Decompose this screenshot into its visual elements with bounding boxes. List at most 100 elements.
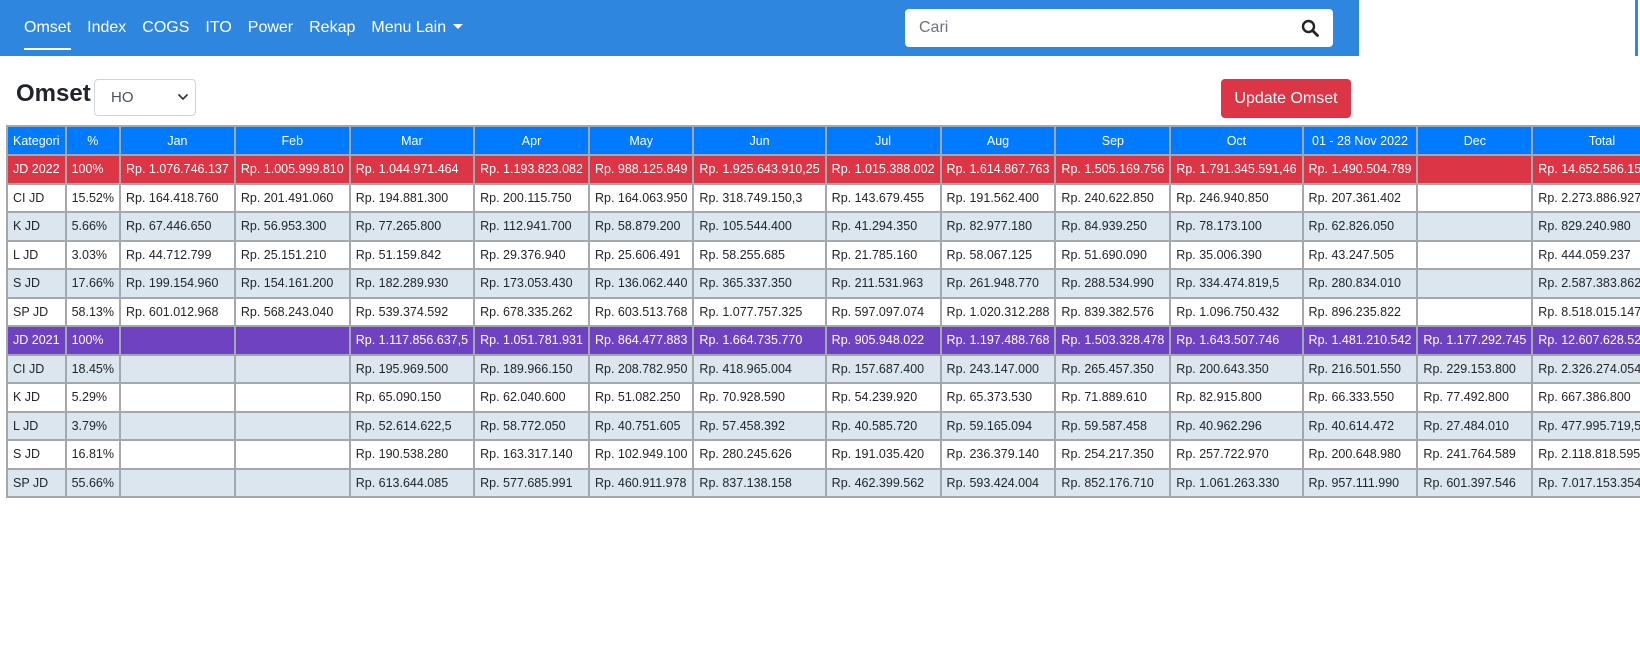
nav-item-omset[interactable]: Omset bbox=[16, 0, 79, 56]
amount-cell: Rp. 35.006.390 bbox=[1169, 239, 1304, 270]
category-cell: CI JD bbox=[6, 182, 67, 213]
percent-cell: 3.79% bbox=[64, 410, 121, 441]
amount-cell: Rp. 280.834.010 bbox=[1301, 268, 1419, 299]
percent-cell: 15.52% bbox=[64, 182, 121, 213]
amount-cell: Rp. 603.513.768 bbox=[587, 296, 695, 327]
nav-item-rekap[interactable]: Rekap bbox=[301, 0, 363, 56]
table-header-row: Kategori% Jan Feb Mar Apr May Jun Jul Aug Sep Oct 0… bbox=[6, 125, 1640, 156]
amount-cell: Rp. 601.012.968 bbox=[118, 296, 236, 327]
nav-item-index[interactable]: Index bbox=[79, 0, 134, 56]
amount-cell: Rp. 62.826.050 bbox=[1301, 211, 1419, 242]
amount-cell: Rp. 1.193.823.082 bbox=[473, 154, 590, 185]
category-cell: K JD bbox=[6, 211, 67, 242]
nav-dropdown-menu-lain[interactable]: Menu Lain bbox=[363, 0, 471, 56]
amount-cell: Rp. 173.053.430 bbox=[473, 268, 590, 299]
amount-cell: Rp. 577.685.991 bbox=[473, 467, 590, 498]
amount-cell: Rp. 164.418.760 bbox=[118, 182, 236, 213]
table-row: K JD 5.29% Rp. 65.090.150 Rp. 62.040.600 Rp.… bbox=[6, 382, 1640, 413]
amount-cell: Rp. 190.538.280 bbox=[348, 439, 476, 470]
amount-cell: Rp. 1.177.292.745 bbox=[1416, 325, 1534, 356]
table-row: L JD 3.79% Rp. 52.614.622,5 Rp. 58.772.050 R… bbox=[6, 410, 1640, 441]
amount-cell: Rp. 58.879.200 bbox=[587, 211, 695, 242]
amount-cell: Rp. 191.562.400 bbox=[939, 182, 1057, 213]
amount-cell: Rp. 241.764.589 bbox=[1416, 439, 1534, 470]
amount-cell: Rp. 2.326.274.054 bbox=[1531, 353, 1640, 384]
nav-item-ito[interactable]: ITO bbox=[197, 0, 239, 56]
amount-cell bbox=[118, 353, 236, 384]
percent-cell: 100% bbox=[64, 325, 121, 356]
top-navbar: Omset Index COGS ITO Power Rekap Menu La… bbox=[0, 0, 1359, 56]
branch-select-value: HO bbox=[111, 89, 134, 106]
category-cell: S JD bbox=[6, 439, 67, 470]
amount-cell: Rp. 1.015.388.002 bbox=[824, 154, 942, 185]
amount-cell: Rp. 229.153.800 bbox=[1416, 353, 1534, 384]
amount-cell bbox=[118, 410, 236, 441]
amount-cell: Rp. 597.097.074 bbox=[824, 296, 942, 327]
page-title: Omset bbox=[16, 80, 91, 107]
amount-cell: Rp. 2.587.383.862,5 bbox=[1531, 268, 1640, 299]
column-header: May bbox=[587, 125, 695, 156]
branch-select[interactable]: HO bbox=[94, 79, 196, 116]
amount-cell: Rp. 191.035.420 bbox=[824, 439, 942, 470]
search-icon[interactable] bbox=[1301, 19, 1319, 37]
search-input[interactable] bbox=[917, 12, 1291, 44]
amount-cell: Rp. 1.076.746.137 bbox=[118, 154, 236, 185]
amount-cell: Rp. 56.953.300 bbox=[233, 211, 351, 242]
amount-cell: Rp. 1.005.999.810 bbox=[233, 154, 351, 185]
amount-cell bbox=[1416, 211, 1534, 242]
amount-cell: Rp. 62.040.600 bbox=[473, 382, 590, 413]
table-row: S JD 17.66% Rp. 199.154.960 Rp. 154.161.200… bbox=[6, 268, 1640, 299]
amount-cell: Rp. 41.294.350 bbox=[824, 211, 942, 242]
amount-cell: Rp. 905.948.022 bbox=[824, 325, 942, 356]
amount-cell bbox=[1416, 154, 1534, 185]
amount-cell: Rp. 593.424.004 bbox=[939, 467, 1057, 498]
update-omset-button[interactable]: Update Omset bbox=[1221, 79, 1351, 118]
amount-cell: Rp. 839.382.576 bbox=[1054, 296, 1172, 327]
amount-cell: Rp. 1.791.345.591,46 bbox=[1169, 154, 1304, 185]
amount-cell: Rp. 195.969.500 bbox=[348, 353, 476, 384]
amount-cell: Rp. 54.239.920 bbox=[824, 382, 942, 413]
amount-cell: Rp. 78.173.100 bbox=[1169, 211, 1304, 242]
nav-item-power[interactable]: Power bbox=[240, 0, 301, 56]
amount-cell: Rp. 1.117.856.637,5 bbox=[348, 325, 476, 356]
column-header: Sep bbox=[1054, 125, 1172, 156]
percent-cell: 58.13% bbox=[64, 296, 121, 327]
amount-cell: Rp. 67.446.650 bbox=[118, 211, 236, 242]
amount-cell: Rp. 1.490.504.789 bbox=[1301, 154, 1419, 185]
amount-cell: Rp. 58.255.685 bbox=[692, 239, 827, 270]
amount-cell: Rp. 1.503.328.478 bbox=[1054, 325, 1172, 356]
amount-cell: Rp. 246.940.850 bbox=[1169, 182, 1304, 213]
amount-cell: Rp. 59.165.094 bbox=[939, 410, 1057, 441]
amount-cell: Rp. 2.118.818.595 bbox=[1531, 439, 1640, 470]
amount-cell: Rp. 988.125.849 bbox=[587, 154, 695, 185]
percent-cell: 3.03% bbox=[64, 239, 121, 270]
amount-cell bbox=[233, 439, 351, 470]
amount-cell: Rp. 334.474.819,5 bbox=[1169, 268, 1304, 299]
amount-cell: Rp. 199.154.960 bbox=[118, 268, 236, 299]
amount-cell: Rp. 1.077.757.325 bbox=[692, 296, 827, 327]
amount-cell: Rp. 70.928.590 bbox=[692, 382, 827, 413]
amount-cell: Rp. 65.373.530 bbox=[939, 382, 1057, 413]
amount-cell: Rp. 51.159.842 bbox=[348, 239, 476, 270]
amount-cell: Rp. 460.911.978 bbox=[587, 467, 695, 498]
column-header: Total bbox=[1531, 125, 1640, 156]
amount-cell: Rp. 65.090.150 bbox=[348, 382, 476, 413]
amount-cell: Rp. 265.457.350 bbox=[1054, 353, 1172, 384]
amount-cell: Rp. 1.481.210.542 bbox=[1301, 325, 1419, 356]
amount-cell: Rp. 1.643.507.746 bbox=[1169, 325, 1304, 356]
scrollbar-edge bbox=[1635, 0, 1638, 56]
amount-cell bbox=[1416, 182, 1534, 213]
amount-cell: Rp. 2.273.886.927,3 bbox=[1531, 182, 1640, 213]
amount-cell: Rp. 462.399.562 bbox=[824, 467, 942, 498]
amount-cell: Rp. 365.337.350 bbox=[692, 268, 827, 299]
amount-cell bbox=[233, 382, 351, 413]
percent-cell: 17.66% bbox=[64, 268, 121, 299]
amount-cell: Rp. 59.587.458 bbox=[1054, 410, 1172, 441]
amount-cell: Rp. 1.044.971.464 bbox=[348, 154, 476, 185]
amount-cell: Rp. 40.614.472 bbox=[1301, 410, 1419, 441]
nav-item-cogs[interactable]: COGS bbox=[134, 0, 197, 56]
column-header: Kategori bbox=[6, 125, 67, 156]
amount-cell: Rp. 57.458.392 bbox=[692, 410, 827, 441]
column-header: Jul bbox=[824, 125, 942, 156]
search-box bbox=[905, 9, 1333, 47]
